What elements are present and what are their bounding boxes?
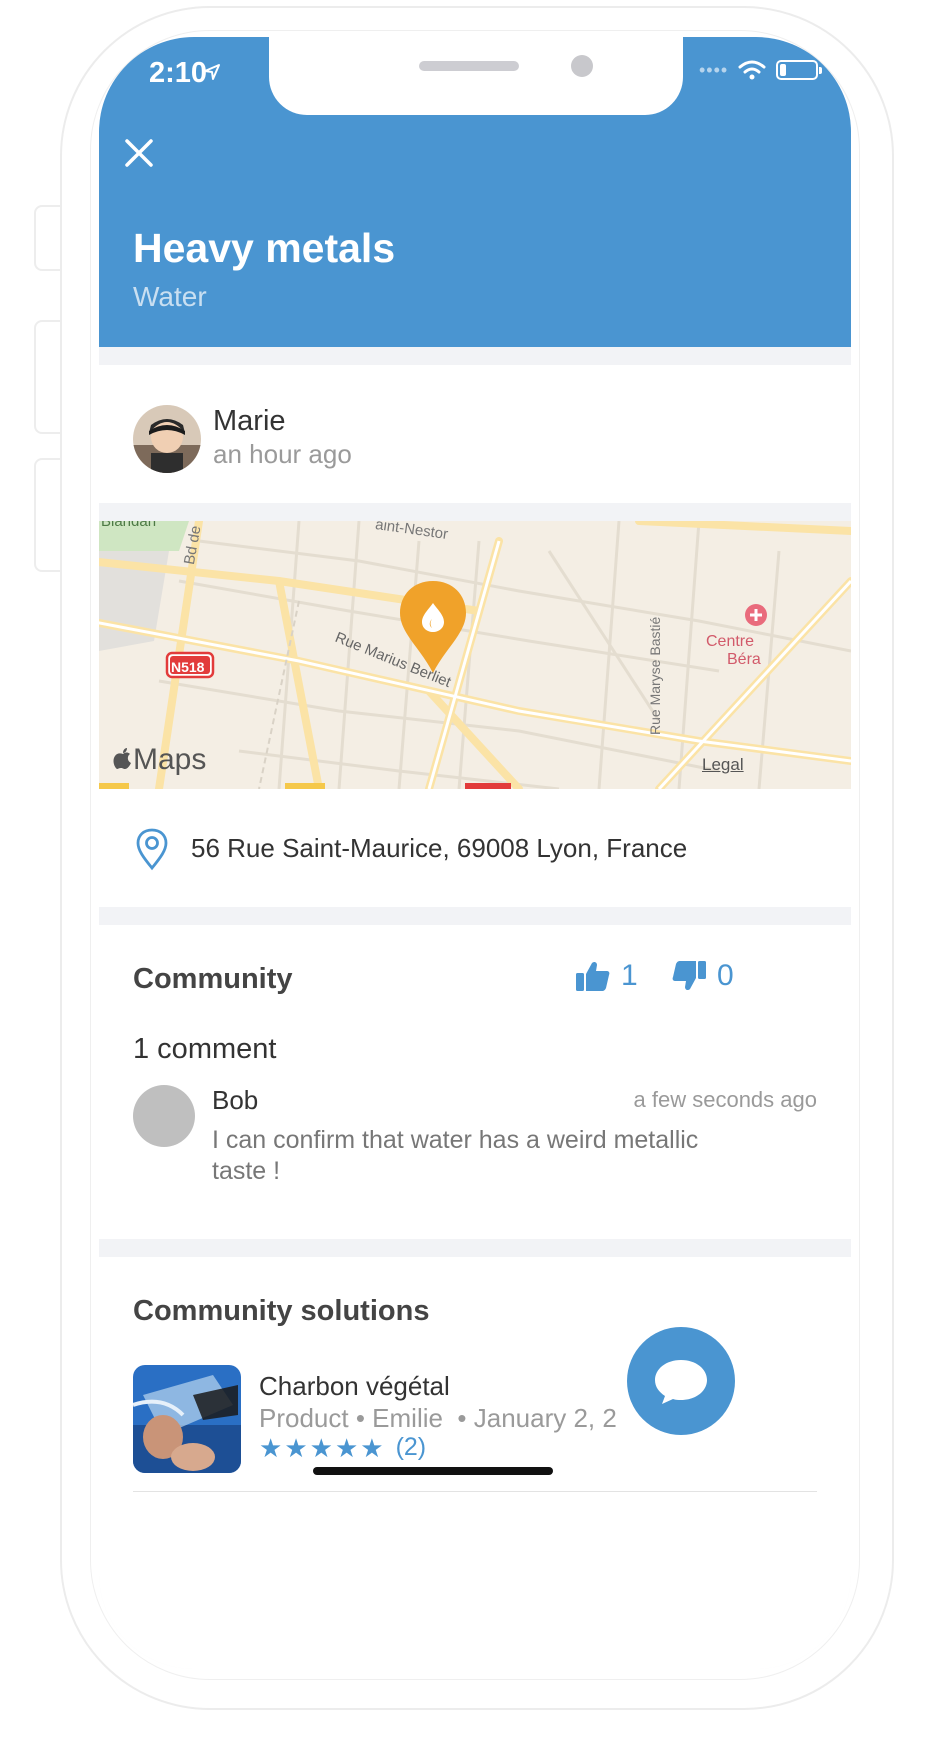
comment-count: 1 comment: [133, 1033, 277, 1065]
mute-switch: [34, 205, 60, 271]
battery-icon: [776, 60, 823, 80]
solution-meta: Product • Emilie • January 2, 2: [259, 1403, 617, 1433]
author-name: Marie: [213, 405, 286, 437]
thumbs-down-icon: [672, 961, 706, 991]
location-pin-icon: [136, 828, 168, 871]
community-title: Community: [133, 963, 293, 995]
status-time: 2:10: [149, 57, 208, 89]
downvote-count: 0: [717, 959, 734, 992]
poi-label: Centre: [706, 633, 755, 650]
comment-text: I can confirm that water has a weird met…: [212, 1126, 699, 1185]
chat-bubble-icon: [655, 1360, 707, 1404]
comment-time: a few seconds ago: [633, 1087, 817, 1112]
address-text: 56 Rue Saint-Maurice, 69008 Lyon, France: [191, 833, 688, 863]
volume-down-button: [34, 458, 60, 572]
close-icon[interactable]: [119, 133, 159, 173]
header: 2:10 •••• Heavy metals Water: [99, 37, 851, 347]
star-icon: ★: [334, 1432, 359, 1463]
solution-author: Emilie: [372, 1403, 443, 1433]
camera: [571, 55, 593, 77]
star-icon: ★: [309, 1432, 333, 1463]
community-card: Community 1 0 1 comment Bob a few second…: [99, 925, 851, 1239]
app-screen: 2:10 •••• Heavy metals Water Marie an ho…: [99, 37, 851, 1669]
legal-link[interactable]: Legal: [702, 755, 744, 775]
comment-author: Bob: [212, 1085, 259, 1115]
chat-button[interactable]: [627, 1327, 735, 1435]
upvote-count: 1: [621, 959, 638, 992]
rating-count: (2): [395, 1433, 427, 1461]
page-title: Heavy metals: [133, 225, 396, 271]
maps-logo: Maps: [113, 743, 206, 777]
road-badge-label: N518: [171, 659, 205, 675]
author-time: an hour ago: [213, 439, 352, 469]
status-icons: ••••: [699, 59, 823, 81]
solution-type: Product: [259, 1403, 349, 1433]
solution-thumbnail[interactable]: [133, 1365, 241, 1473]
comment-avatar[interactable]: [133, 1085, 195, 1147]
solutions-card: Community solutions Charbon végétal Prod…: [99, 1257, 851, 1669]
upvote-button[interactable]: 1: [575, 959, 638, 993]
downvote-button[interactable]: 0: [671, 959, 734, 993]
apple-icon: [113, 748, 131, 769]
signal-icon: ••••: [699, 59, 729, 80]
volume-up-button: [34, 320, 60, 434]
poi-label: Béra: [727, 651, 761, 668]
star-icon: ★: [259, 1432, 283, 1463]
speaker: [419, 61, 519, 71]
wifi-icon: [738, 60, 766, 80]
thumbs-up-icon: [576, 961, 610, 991]
avatar[interactable]: [133, 405, 201, 473]
notch: [269, 37, 683, 115]
star-icon: ★: [360, 1432, 384, 1463]
author-card: Marie an hour ago: [99, 365, 851, 503]
location-arrow-icon: [204, 64, 220, 80]
home-indicator[interactable]: [313, 1467, 553, 1475]
page-subtitle: Water: [133, 281, 207, 312]
maps-logo-text: Maps: [133, 743, 207, 776]
divider: [133, 1491, 817, 1492]
solution-name[interactable]: Charbon végétal: [259, 1371, 450, 1402]
map[interactable]: N518 Rue Marius Berliet Rue Maryse Basti…: [99, 521, 851, 789]
street-label: Rue Maryse Bastié: [647, 616, 663, 735]
address-card[interactable]: 56 Rue Saint-Maurice, 69008 Lyon, France: [99, 789, 851, 907]
park-label: Blandan: [101, 521, 157, 530]
solutions-title: Community solutions: [133, 1295, 430, 1327]
solution-date: January 2, 2: [473, 1403, 617, 1433]
solution-rating: ★ ★ ★ ★ ★ (2): [259, 1433, 426, 1462]
star-icon: ★: [284, 1432, 308, 1463]
